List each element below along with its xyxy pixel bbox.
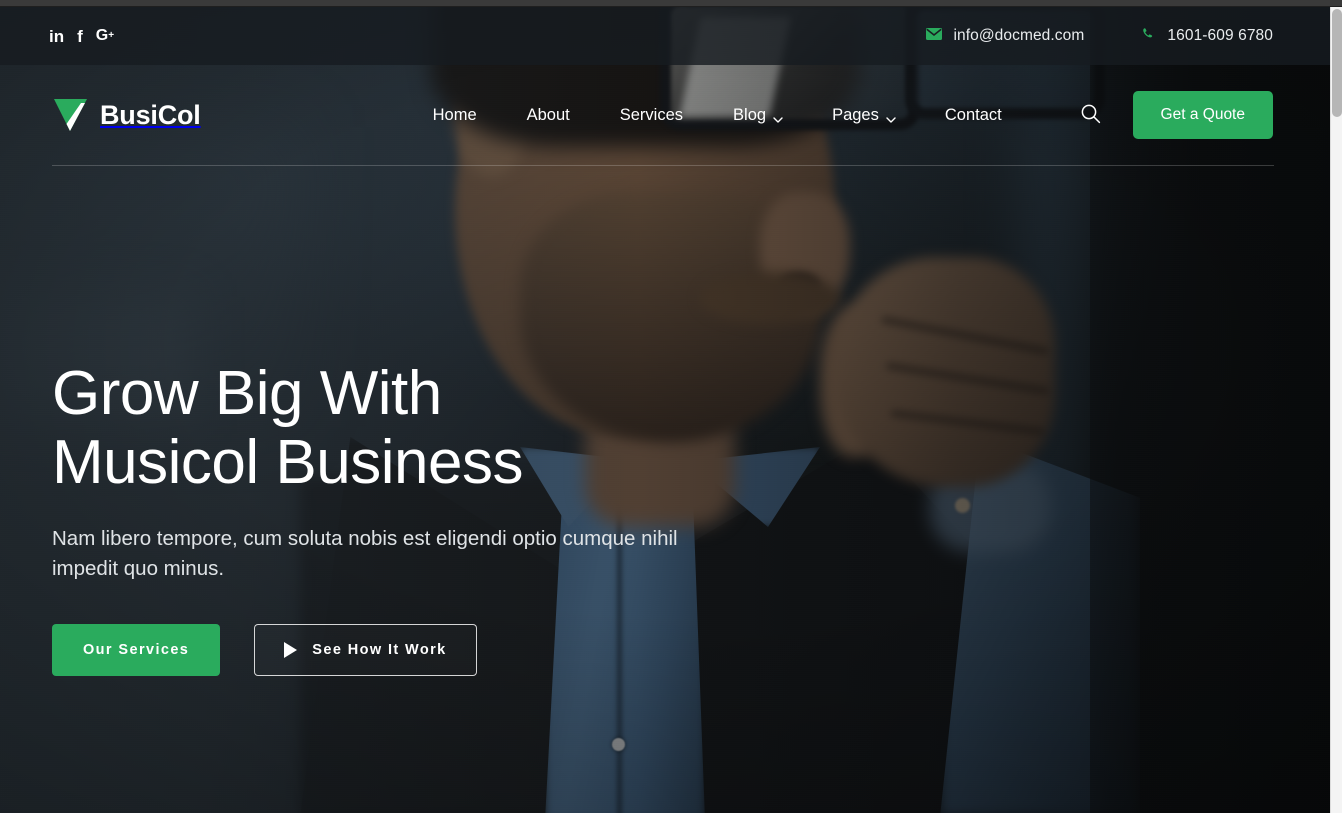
- email-contact[interactable]: info@docmed.com: [926, 27, 1084, 45]
- page-viewport: in f G + info@docmed.com 1601-609 6780 B…: [0, 7, 1330, 813]
- play-icon: [284, 641, 298, 658]
- browser-chrome-strip: [0, 0, 1342, 7]
- nav-item-about[interactable]: About: [502, 106, 595, 125]
- header-actions: Get a Quote: [1080, 91, 1273, 139]
- email-text: info@docmed.com: [953, 27, 1085, 44]
- top-utility-bar: in f G + info@docmed.com 1601-609 6780: [0, 7, 1330, 65]
- nav-label: Pages: [832, 105, 879, 124]
- get-a-quote-button[interactable]: Get a Quote: [1132, 91, 1273, 139]
- nav-item-services[interactable]: Services: [595, 106, 708, 125]
- site-header: BusiCol Home About Services Blog Pages C…: [0, 65, 1330, 165]
- nav-item-home[interactable]: Home: [408, 106, 502, 125]
- social-links: in f G +: [49, 28, 114, 45]
- googleplus-letter: G: [95, 27, 109, 44]
- mail-icon: [926, 27, 943, 45]
- brand-logo-link[interactable]: BusiCol: [52, 97, 201, 133]
- nav-label: Home: [432, 105, 477, 124]
- nav-item-contact[interactable]: Contact: [920, 106, 1027, 125]
- chevron-down-icon: [773, 111, 783, 123]
- chevron-down-icon: [886, 111, 896, 123]
- busicol-triangle-logo-icon: [52, 97, 89, 133]
- nav-label: Blog: [733, 105, 767, 124]
- brand-name: BusiCol: [100, 99, 201, 130]
- see-how-it-work-label: See How It Work: [312, 641, 447, 658]
- phone-text: 1601-609 6780: [1167, 27, 1273, 44]
- hero-content: Grow Big With Musicol Business Nam liber…: [52, 359, 772, 676]
- linkedin-icon[interactable]: in: [49, 28, 64, 45]
- search-icon: [1080, 103, 1101, 127]
- nav-label: Contact: [944, 105, 1002, 124]
- search-button[interactable]: [1080, 104, 1102, 126]
- phone-contact[interactable]: 1601-609 6780: [1142, 27, 1273, 46]
- googleplus-plus: +: [108, 30, 115, 41]
- page-title: Grow Big With Musicol Business: [52, 359, 772, 498]
- main-navigation: Home About Services Blog Pages Contact: [408, 106, 1027, 125]
- hero-cta-group: Our Services See How It Work: [52, 623, 772, 676]
- nav-item-pages[interactable]: Pages: [807, 106, 920, 125]
- nav-item-blog[interactable]: Blog: [708, 106, 807, 125]
- our-services-button[interactable]: Our Services: [52, 623, 221, 676]
- nav-label: About: [526, 105, 570, 124]
- hero-title-line-1: Grow Big With: [52, 359, 442, 428]
- page-scrollbar[interactable]: [1330, 7, 1342, 813]
- facebook-icon[interactable]: f: [77, 28, 83, 45]
- googleplus-icon[interactable]: G +: [96, 28, 114, 44]
- header-divider: [52, 165, 1274, 166]
- see-how-it-work-button[interactable]: See How It Work: [254, 623, 477, 676]
- hero-subtitle: Nam libero tempore, cum soluta nobis est…: [52, 526, 678, 580]
- hero-title-line-2: Musicol Business: [52, 428, 523, 498]
- page-scrollbar-thumb[interactable]: [1332, 9, 1342, 117]
- nav-label: Services: [619, 105, 684, 124]
- topbar-contact-group: info@docmed.com 1601-609 6780: [926, 27, 1273, 46]
- phone-icon: [1142, 27, 1156, 46]
